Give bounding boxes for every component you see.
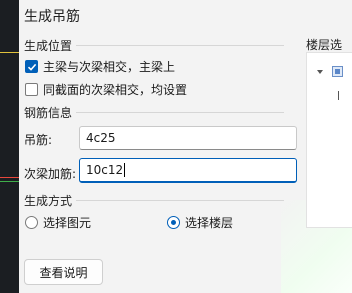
method-group-title: 生成方式 <box>24 192 77 209</box>
main-beam-label: 主梁与次梁相交，主梁上 <box>43 60 176 74</box>
main-beam-checkbox[interactable] <box>25 60 38 73</box>
option-same-section[interactable]: 同截面的次梁相交，均设置 <box>25 81 187 98</box>
option-select-element[interactable]: 选择图元 <box>25 214 91 231</box>
floor-tree[interactable] <box>306 52 352 228</box>
dialog-title: 生成吊筋 <box>24 9 80 25</box>
cad-line-red <box>0 177 19 178</box>
cad-line-green <box>0 181 19 182</box>
generate-hanger-dialog: 生成吊筋 生成位置 主梁与次梁相交，主梁上 同截面的次梁相交，均设置 钢筋信息 … <box>19 0 352 293</box>
check-icon <box>27 63 36 71</box>
secondary-beam-value: 10c12 <box>86 163 124 177</box>
same-section-label: 同截面的次梁相交，均设置 <box>43 83 188 97</box>
option-main-beam[interactable]: 主梁与次梁相交，主梁上 <box>25 58 175 75</box>
cad-line-yellow <box>0 52 19 53</box>
secondary-beam-label: 次梁加筋: <box>24 167 77 181</box>
expand-arrow-icon[interactable] <box>316 68 324 76</box>
same-section-checkbox[interactable] <box>25 83 38 96</box>
view-help-button[interactable]: 查看说明 <box>24 259 103 285</box>
tree-node-checkbox[interactable] <box>332 66 343 77</box>
select-floor-label: 选择楼层 <box>185 216 234 230</box>
hanger-value: 4c25 <box>86 131 116 145</box>
option-select-floor[interactable]: 选择楼层 <box>167 214 233 231</box>
hanger-label: 吊筋: <box>24 133 53 147</box>
rebar-group-title: 钢筋信息 <box>24 104 77 121</box>
cad-viewport-strip <box>0 0 19 293</box>
select-element-label: 选择图元 <box>43 216 92 230</box>
hanger-input[interactable]: 4c25 <box>79 126 297 150</box>
position-group-title: 生成位置 <box>24 37 77 54</box>
text-caret <box>124 163 126 177</box>
select-element-radio[interactable] <box>25 216 38 229</box>
secondary-beam-input[interactable]: 10c12 <box>79 158 297 183</box>
select-floor-radio[interactable] <box>167 216 180 229</box>
tree-child-connector <box>338 91 339 100</box>
